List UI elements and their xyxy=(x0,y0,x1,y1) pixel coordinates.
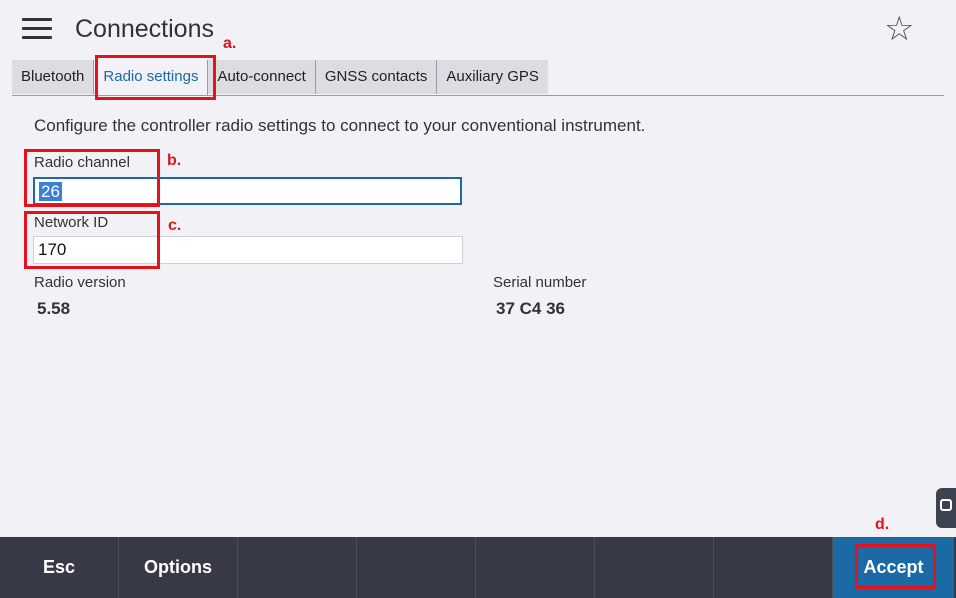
radio-channel-input[interactable]: 26 xyxy=(33,177,462,205)
star-icon[interactable]: ☆ xyxy=(884,12,914,46)
hamburger-menu-icon[interactable] xyxy=(22,18,52,40)
radio-channel-value: 26 xyxy=(39,182,62,201)
softkey-empty-4 xyxy=(357,537,476,598)
esc-button[interactable]: Esc xyxy=(0,537,119,598)
header: Connections ☆ xyxy=(0,0,956,60)
softkey-bar: Esc Options Accept xyxy=(0,537,956,598)
tab-auxiliary-gps[interactable]: Auxiliary GPS xyxy=(437,60,548,94)
tab-bar: Bluetooth Radio settings Auto-connect GN… xyxy=(12,60,548,95)
network-id-input[interactable]: 170 xyxy=(33,236,463,264)
softkey-empty-5 xyxy=(476,537,595,598)
annotation-label-a: a. xyxy=(223,35,237,52)
serial-number-label: Serial number xyxy=(493,274,587,291)
radio-version-value: 5.58 xyxy=(37,299,71,318)
tab-bluetooth[interactable]: Bluetooth xyxy=(12,60,95,94)
options-button[interactable]: Options xyxy=(119,537,238,598)
annotation-label-b: b. xyxy=(167,152,182,169)
description-text: Configure the controller radio settings … xyxy=(34,116,646,135)
accept-button[interactable]: Accept xyxy=(833,537,954,598)
radio-version-label: Radio version xyxy=(34,274,126,291)
tab-gnss-contacts[interactable]: GNSS contacts xyxy=(315,60,438,94)
softkey-empty-7 xyxy=(714,537,833,598)
tab-divider xyxy=(12,95,944,96)
annotation-label-d: d. xyxy=(875,516,890,533)
serial-number-value: 37 C4 36 xyxy=(496,299,565,318)
radio-channel-label: Radio channel xyxy=(34,154,130,171)
side-panel-tab-icon[interactable] xyxy=(936,488,956,528)
tab-auto-connect[interactable]: Auto-connect xyxy=(208,60,316,94)
softkey-empty-3 xyxy=(238,537,357,598)
softkey-empty-6 xyxy=(595,537,714,598)
tab-radio-settings[interactable]: Radio settings xyxy=(94,60,209,95)
page-title: Connections xyxy=(75,15,214,43)
network-id-label: Network ID xyxy=(34,214,109,231)
annotation-label-c: c. xyxy=(168,217,182,234)
